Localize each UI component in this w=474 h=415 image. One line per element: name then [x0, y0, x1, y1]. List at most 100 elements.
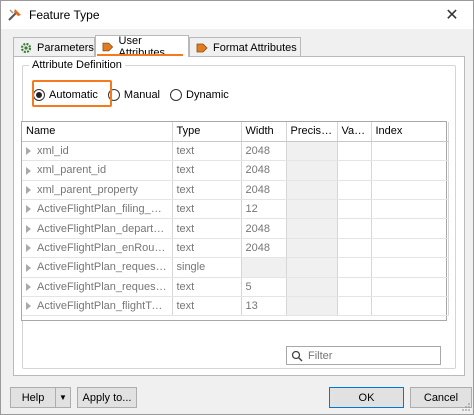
help-label: Help [21, 391, 45, 404]
help-split-button: Help ▼ [10, 387, 71, 408]
cell-name: ActiveFlightPlan_request_airs... [22, 257, 173, 278]
expand-arrow-icon[interactable] [26, 185, 31, 194]
gear-icon [20, 42, 32, 53]
column-header-value[interactable]: Value [337, 122, 372, 142]
attribute-name: ActiveFlightPlan_request_airs... [37, 261, 171, 274]
attribute-tag-icon [102, 42, 114, 51]
cell-index [371, 238, 449, 259]
column-header-index[interactable]: Index [371, 122, 449, 142]
cell-value [337, 141, 372, 162]
radio-button-selected[interactable] [33, 89, 45, 101]
cell-index [371, 277, 449, 298]
cell-index [371, 218, 449, 239]
cell-value [337, 257, 372, 278]
cell-width: 2048 [241, 160, 287, 181]
cell-value [337, 180, 372, 201]
cell-value [337, 238, 372, 259]
cell-index [371, 160, 449, 181]
cell-type: text [172, 296, 242, 317]
expand-arrow-icon[interactable] [26, 244, 31, 253]
radio-button[interactable] [107, 89, 120, 101]
ok-button[interactable]: OK [329, 387, 404, 408]
cell-width: 13 [241, 296, 287, 317]
cell-width: 12 [241, 199, 287, 220]
table-row[interactable]: ActiveFlightPlan_filing_accep... text 12 [22, 199, 449, 220]
radio-dynamic[interactable]: Dynamic [170, 89, 229, 101]
resize-grip-icon[interactable] [461, 402, 471, 412]
title-bar: Feature Type ✕ [1, 1, 473, 29]
cell-type: text [172, 160, 242, 181]
cell-index [371, 141, 449, 162]
expand-arrow-icon[interactable] [26, 282, 31, 291]
help-button[interactable]: Help [10, 387, 56, 408]
expand-arrow-icon[interactable] [26, 205, 31, 214]
expand-arrow-icon[interactable] [26, 166, 31, 175]
close-button[interactable]: ✕ [431, 1, 473, 29]
cell-precision [286, 141, 338, 162]
attributes-table: Name Type Width Precision Value Index xm… [21, 121, 449, 321]
help-menu-button[interactable]: ▼ [55, 387, 71, 408]
radio-label: Dynamic [186, 89, 229, 101]
cell-index [371, 296, 449, 317]
column-header-precision[interactable]: Precision [286, 122, 338, 142]
radio-automatic[interactable]: Automatic [33, 89, 98, 101]
radio-label: Automatic [49, 89, 98, 101]
table-row[interactable]: ActiveFlightPlan_enRoute_alt... text 204… [22, 238, 449, 259]
cell-type: text [172, 277, 242, 298]
radio-label: Manual [123, 89, 160, 101]
filter-field[interactable] [286, 346, 441, 365]
cell-type: text [172, 218, 242, 239]
expand-arrow-icon[interactable] [26, 302, 31, 311]
cell-index [371, 257, 449, 278]
filter-input[interactable] [308, 349, 438, 362]
cell-type: text [172, 238, 242, 259]
column-header-name[interactable]: Name [22, 122, 173, 142]
cell-width: 5 [241, 277, 287, 298]
table-row[interactable]: ActiveFlightPlan_flightType text 13 [22, 296, 449, 317]
table-row[interactable]: xml_parent_property text 2048 [22, 180, 449, 201]
table-row[interactable]: xml_parent_id text 2048 [22, 160, 449, 181]
radio-manual[interactable]: Manual [107, 89, 160, 101]
radio-button[interactable] [170, 89, 182, 101]
attribute-name: xml_parent_property [37, 183, 138, 196]
cell-precision [286, 257, 338, 278]
active-tab-highlight [97, 54, 183, 56]
cell-precision [286, 296, 338, 317]
attribute-name: ActiveFlightPlan_flightType [37, 300, 170, 313]
attribute-name: xml_parent_id [37, 164, 107, 177]
column-header-width[interactable]: Width [241, 122, 287, 142]
attribute-name: ActiveFlightPlan_enRoute_alt... [37, 242, 171, 255]
cell-precision [286, 180, 338, 201]
tab-label: Parameters [37, 41, 94, 54]
table-row[interactable]: ActiveFlightPlan_request_airs... text 5 [22, 277, 449, 298]
expand-arrow-icon[interactable] [26, 263, 31, 272]
cell-name: xml_parent_id [22, 160, 173, 181]
apply-to-label: Apply to... [82, 391, 132, 404]
column-header-type[interactable]: Type [172, 122, 242, 142]
expand-arrow-icon[interactable] [26, 147, 31, 156]
cell-precision [286, 199, 338, 220]
cell-width: 2048 [241, 141, 287, 162]
table-row[interactable]: ActiveFlightPlan_request_airs... single [22, 257, 449, 278]
cell-name: ActiveFlightPlan_departure_e... [22, 218, 173, 239]
tab-format-attributes[interactable]: Format Attributes [189, 37, 301, 57]
cell-type: text [172, 141, 242, 162]
cell-width: 2048 [241, 238, 287, 259]
cancel-label: Cancel [423, 391, 459, 404]
tab-label: Format Attributes [213, 41, 297, 54]
cell-precision [286, 218, 338, 239]
attribute-definition-options: Automatic Manual Dynamic [33, 84, 239, 106]
window-title: Feature Type [29, 8, 100, 22]
cell-value [337, 277, 372, 298]
cell-precision [286, 238, 338, 259]
attribute-tag-icon [196, 43, 208, 52]
attribute-name: ActiveFlightPlan_filing_accep... [37, 203, 172, 216]
fme-app-icon [8, 9, 21, 21]
table-row[interactable]: xml_id text 2048 [22, 141, 449, 162]
chevron-down-icon: ▼ [59, 393, 67, 402]
attribute-name: ActiveFlightPlan_departure_e... [37, 222, 171, 235]
table-row[interactable]: ActiveFlightPlan_departure_e... text 204… [22, 218, 449, 239]
apply-to-button[interactable]: Apply to... [77, 387, 137, 408]
tab-parameters[interactable]: Parameters [13, 37, 95, 57]
expand-arrow-icon[interactable] [26, 224, 31, 233]
